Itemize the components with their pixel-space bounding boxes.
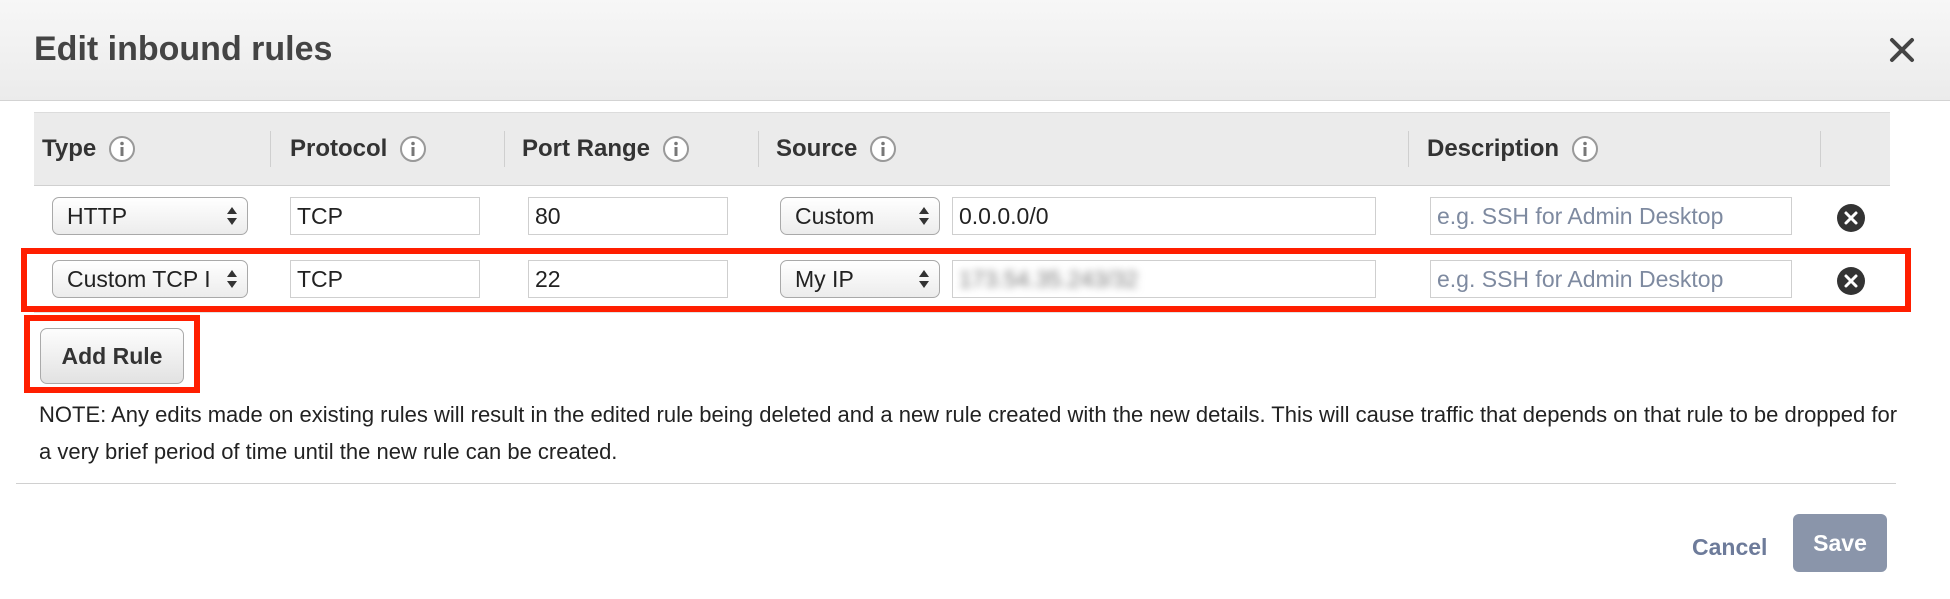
source-cidr-input[interactable]: 0.0.0.0/0 <box>952 197 1376 235</box>
column-type-label: Type <box>42 135 97 162</box>
cancel-button[interactable]: Cancel <box>1692 534 1767 561</box>
footer-divider <box>16 483 1896 484</box>
dialog-header: Edit inbound rules <box>0 0 1950 101</box>
description-input[interactable]: e.g. SSH for Admin Desktop <box>1430 197 1792 235</box>
table-row: HTTP TCP 80 Custom 0.0.0.0/0 e.g. SSH fo… <box>34 187 1890 250</box>
port-range-input[interactable]: 80 <box>528 197 728 235</box>
rules-table-header: Type Protocol Port Range Source Descript… <box>34 112 1890 186</box>
remove-rule-icon[interactable] <box>1836 203 1866 233</box>
info-icon[interactable] <box>108 135 136 163</box>
column-source-label: Source <box>776 135 858 162</box>
info-icon[interactable] <box>869 135 897 163</box>
column-port-range-label: Port Range <box>522 135 651 162</box>
updown-arrows-icon <box>919 207 929 225</box>
highlight-box-add-rule <box>24 315 200 393</box>
column-description: Description <box>1427 113 1599 185</box>
type-select-value: HTTP <box>67 203 128 229</box>
note-text: NOTE: Any edits made on existing rules w… <box>39 402 1898 464</box>
column-protocol: Protocol <box>290 113 427 185</box>
dialog-title: Edit inbound rules <box>34 30 333 68</box>
column-protocol-label: Protocol <box>290 135 388 162</box>
column-port-range: Port Range <box>522 113 690 185</box>
highlight-box-row <box>21 248 1911 312</box>
column-type: Type <box>42 113 136 185</box>
updown-arrows-icon <box>227 207 237 225</box>
info-icon[interactable] <box>399 135 427 163</box>
type-select[interactable]: HTTP <box>52 197 248 235</box>
info-icon[interactable] <box>662 135 690 163</box>
source-select[interactable]: Custom <box>780 197 940 235</box>
column-description-label: Description <box>1427 135 1560 162</box>
close-icon[interactable] <box>1880 28 1924 72</box>
protocol-field[interactable]: TCP <box>290 197 480 235</box>
info-icon[interactable] <box>1571 135 1599 163</box>
source-select-value: Custom <box>795 203 875 229</box>
column-source: Source <box>776 113 897 185</box>
save-button[interactable]: Save <box>1793 514 1887 572</box>
